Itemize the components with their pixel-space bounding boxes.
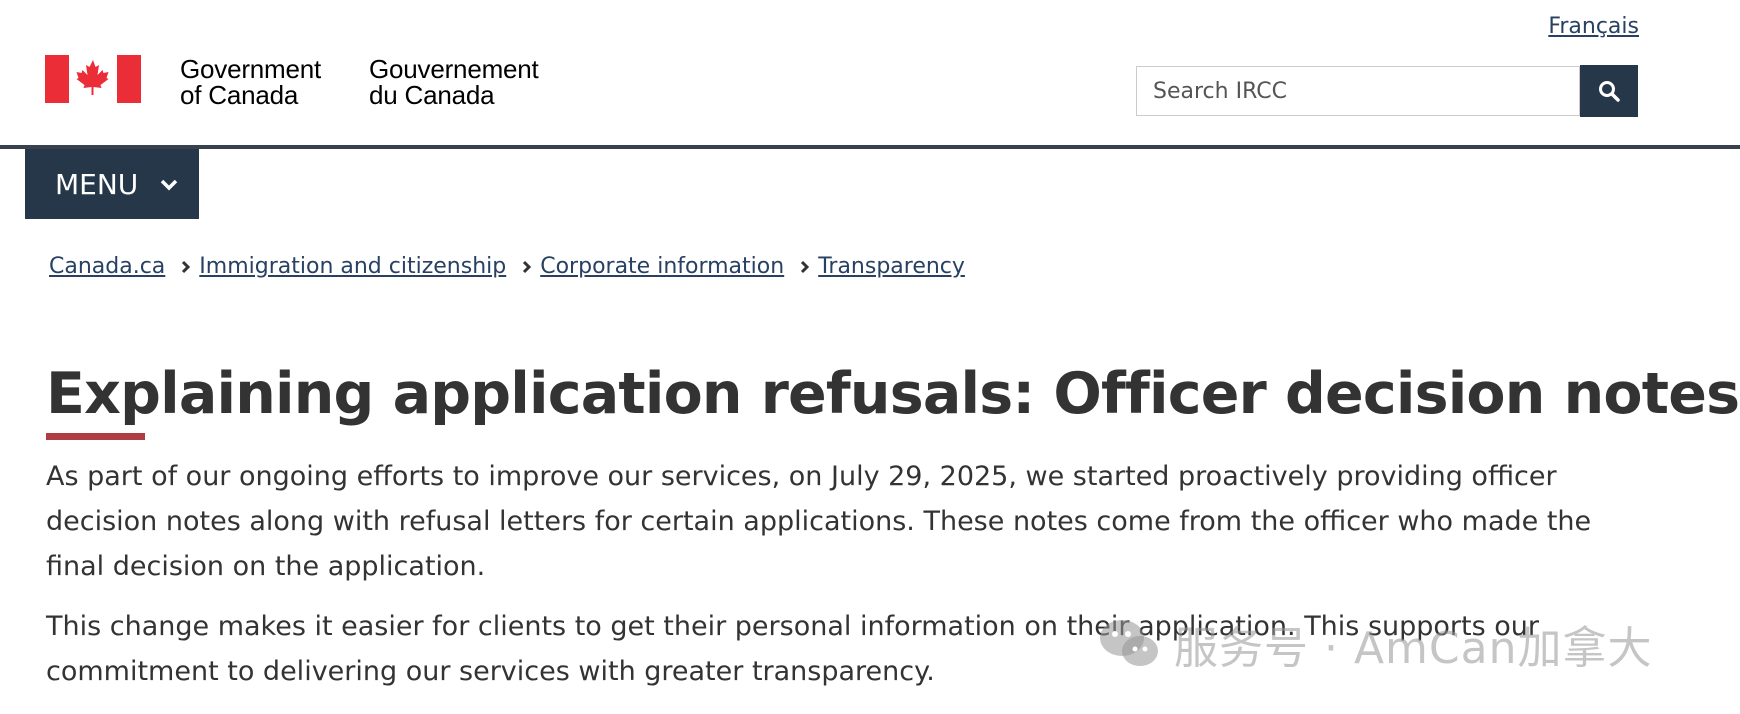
menu-label: MENU bbox=[55, 167, 139, 201]
wechat-icon bbox=[1100, 620, 1158, 666]
signature-en-line2: of Canada bbox=[180, 80, 299, 110]
search-form bbox=[1136, 65, 1638, 117]
search-button[interactable] bbox=[1580, 65, 1638, 117]
breadcrumb-immigration[interactable]: Immigration and citizenship bbox=[199, 254, 506, 279]
chevron-down-icon bbox=[161, 179, 178, 191]
chevron-right-icon bbox=[181, 260, 191, 274]
signature-french: Gouvernement du Canada bbox=[369, 56, 569, 108]
breadcrumb-transparency[interactable]: Transparency bbox=[818, 254, 965, 279]
page-title: Explaining application refusals: Officer… bbox=[46, 361, 1740, 427]
search-input[interactable] bbox=[1136, 66, 1580, 116]
signature-en-line1: Government bbox=[180, 54, 322, 84]
watermark-text: 服务号 · AmCan加拿大 bbox=[1174, 623, 1653, 674]
breadcrumb-corporate-information[interactable]: Corporate information bbox=[540, 254, 784, 279]
header-divider bbox=[0, 145, 1740, 149]
signature-english: Government of Canada bbox=[180, 56, 360, 108]
intro-paragraph: As part of our ongoing efforts to improv… bbox=[46, 461, 1592, 582]
breadcrumb-canada-ca[interactable]: Canada.ca bbox=[49, 254, 165, 279]
signature-fr-line2: du Canada bbox=[369, 80, 495, 110]
chevron-right-icon bbox=[522, 260, 532, 274]
breadcrumb: Canada.ca Immigration and citizenship Co… bbox=[49, 254, 965, 279]
language-toggle-link[interactable]: Français bbox=[1548, 14, 1639, 39]
watermark: 服务号 · AmCan加拿大 bbox=[1098, 612, 1653, 676]
magnifier-icon bbox=[1599, 81, 1620, 102]
title-underline-accent bbox=[46, 433, 145, 440]
canada-flag-icon bbox=[45, 55, 141, 103]
signature-fr-line1: Gouvernement bbox=[369, 54, 539, 84]
menu-button[interactable]: MENU bbox=[25, 149, 199, 219]
government-signature[interactable]: Government of Canada Gouvernement du Can… bbox=[45, 55, 539, 108]
chevron-right-icon bbox=[800, 260, 810, 274]
